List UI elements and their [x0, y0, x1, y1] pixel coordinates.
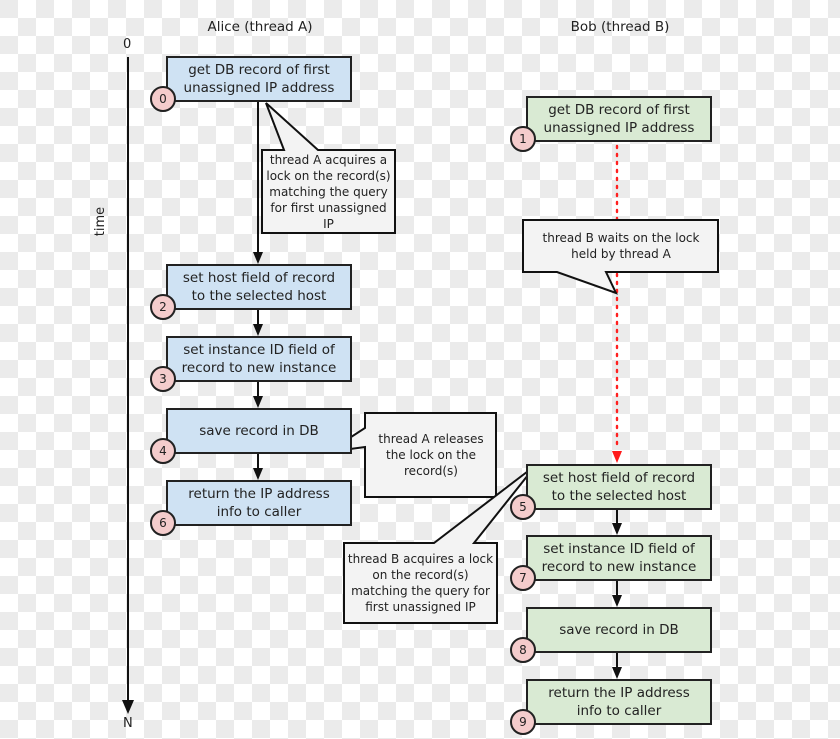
arrowhead-0-to-2: [253, 252, 263, 264]
step-number-badge: 0: [150, 86, 176, 112]
step-1: get DB record of first unassigned IP add…: [510, 96, 712, 152]
step-text: save record in DB: [199, 423, 319, 439]
step-text: set host field of record to the selected…: [542, 470, 696, 504]
callout-b-acquires: thread B acquires a lock on the record(s…: [347, 552, 494, 614]
step-number-badge: 3: [150, 366, 176, 392]
arrowhead-8-to-9: [612, 667, 622, 679]
time-axis-label: time: [93, 206, 109, 237]
time-axis-arrowhead: [122, 700, 134, 714]
step-text: return the IP address info to caller: [188, 486, 330, 520]
step-4: save record in DB 4: [150, 408, 352, 464]
diagram-connectors: [122, 57, 719, 714]
arrowhead-4-to-6: [253, 468, 263, 480]
step-5: set host field of record to the selected…: [510, 464, 712, 520]
lane-title-bob: Bob (thread B): [570, 19, 670, 35]
callout-a-releases: thread A releases the lock on the record…: [378, 432, 484, 478]
step-number-badge: 1: [510, 126, 536, 152]
step-3: set instance ID field of record to new i…: [150, 336, 352, 392]
step-9: return the IP address info to caller 9: [510, 679, 712, 735]
step-8: save record in DB 8: [510, 607, 712, 663]
step-number-badge: 9: [510, 709, 536, 735]
wait-arrowhead: [612, 451, 622, 463]
step-number-badge: 4: [150, 438, 176, 464]
arrowhead-3-to-4: [253, 396, 263, 408]
step-text: set host field of record to the selected…: [182, 270, 336, 304]
callout-b-waits: thread B waits on the lock held by threa…: [542, 231, 700, 261]
arrowhead-5-to-7: [612, 523, 622, 535]
callout-a-acquires: thread A acquires a lock on the record(s…: [266, 152, 391, 231]
step-7: set instance ID field of record to new i…: [510, 535, 712, 591]
step-text: get DB record of first unassigned IP add…: [183, 62, 335, 96]
lane-title-alice: Alice (thread A): [207, 19, 313, 35]
step-0: get DB record of first unassigned IP add…: [150, 56, 352, 112]
step-text: set instance ID field of record to new i…: [181, 342, 337, 376]
arrowhead-7-to-8: [612, 595, 622, 607]
time-axis-end-label: N: [123, 716, 133, 731]
step-number-badge: 7: [510, 565, 536, 591]
step-text: return the IP address info to caller: [548, 685, 690, 719]
arrowhead-2-to-3: [253, 324, 263, 336]
step-text: get DB record of first unassigned IP add…: [543, 102, 695, 136]
step-text: set instance ID field of record to new i…: [541, 541, 697, 575]
step-number-badge: 2: [150, 294, 176, 320]
step-text: save record in DB: [559, 622, 679, 638]
step-6: return the IP address info to caller 6: [150, 480, 352, 536]
step-number-badge: 6: [150, 510, 176, 536]
step-number-badge: 8: [510, 637, 536, 663]
time-axis-start-label: 0: [123, 37, 132, 52]
step-number-badge: 5: [510, 494, 536, 520]
step-2: set host field of record to the selected…: [150, 264, 352, 320]
